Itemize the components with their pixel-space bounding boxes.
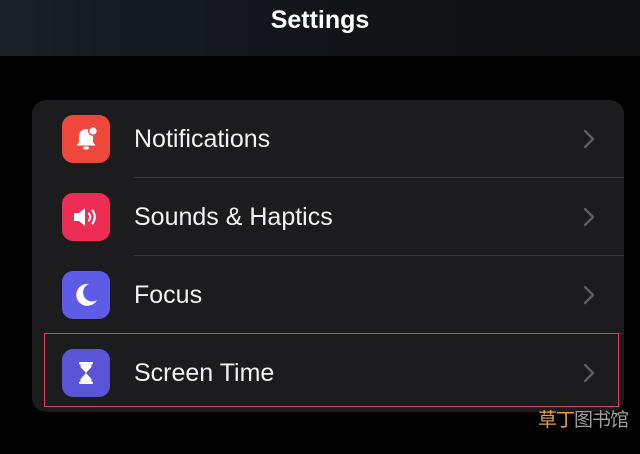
- row-label: Sounds & Haptics: [134, 203, 333, 231]
- chevron-right-icon: [583, 129, 595, 149]
- bell-badge-icon: [62, 115, 110, 163]
- moon-icon: [62, 271, 110, 319]
- highlight-box: [44, 333, 619, 407]
- row-notifications[interactable]: Notifications: [32, 100, 624, 178]
- row-focus[interactable]: Focus: [32, 256, 624, 334]
- navigation-bar: Settings: [0, 0, 640, 56]
- speaker-icon: [62, 193, 110, 241]
- watermark-part1: 草丁: [538, 409, 575, 431]
- row-sounds-haptics[interactable]: Sounds & Haptics: [32, 178, 624, 256]
- row-label: Focus: [134, 281, 203, 309]
- chevron-right-icon: [583, 285, 595, 305]
- watermark-part2: 图书馆: [574, 409, 629, 431]
- row-label: Notifications: [134, 125, 271, 153]
- watermark: 草丁图书馆: [538, 405, 629, 432]
- chevron-right-icon: [583, 207, 595, 227]
- page-title: Settings: [270, 6, 370, 34]
